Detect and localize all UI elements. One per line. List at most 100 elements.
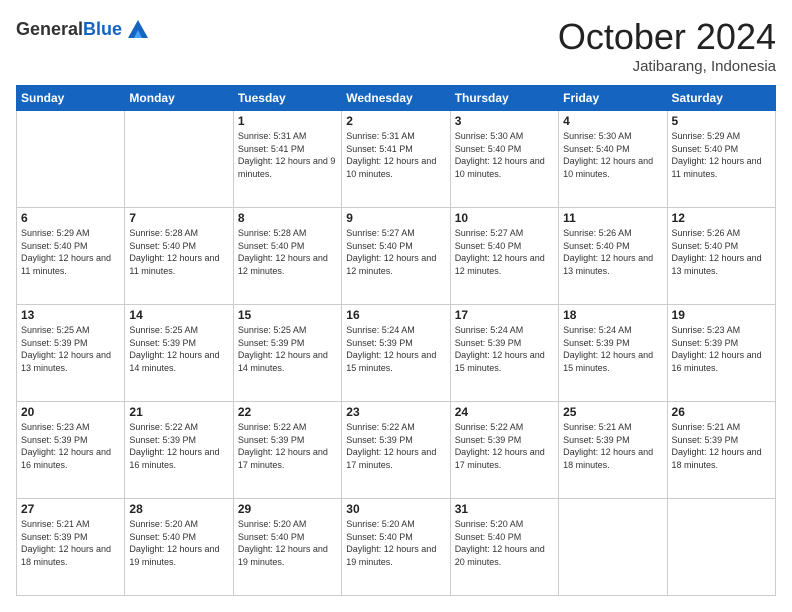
day-number: 1 [238,114,337,128]
day-number: 17 [455,308,554,322]
calendar-cell: 27Sunrise: 5:21 AM Sunset: 5:39 PM Dayli… [17,499,125,596]
day-info: Sunrise: 5:20 AM Sunset: 5:40 PM Dayligh… [238,518,337,568]
calendar-cell [17,111,125,208]
day-info: Sunrise: 5:30 AM Sunset: 5:40 PM Dayligh… [563,130,662,180]
logo-icon [124,16,152,44]
calendar-cell: 4 Sunrise: 5:30 AM Sunset: 5:40 PM Daylig… [559,111,667,208]
day-info: Sunrise: 5:20 AM Sunset: 5:40 PM Dayligh… [455,518,554,568]
weekday-header-cell: Wednesday [342,86,450,111]
day-number: 2 [346,114,445,128]
day-info: Sunrise: 5:25 AM Sunset: 5:39 PM Dayligh… [129,324,228,374]
day-info: Sunrise: 5:27 AM Sunset: 5:40 PM Dayligh… [455,227,554,277]
calendar-cell: 10 Sunrise: 5:27 AM Sunset: 5:40 PM Dayli… [450,208,558,305]
calendar-cell: 26 Sunrise: 5:21 AM Sunset: 5:39 PM Dayli… [667,402,775,499]
day-number: 20 [21,405,120,419]
day-info: Sunrise: 5:24 AM Sunset: 5:39 PM Dayligh… [346,324,445,374]
calendar-body: 1 Sunrise: 5:31 AM Sunset: 5:41 PM Daylig… [17,111,776,596]
day-number: 13 [21,308,120,322]
day-info: Sunrise: 5:20 AM Sunset: 5:40 PM Dayligh… [346,518,445,568]
day-number: 7 [129,211,228,225]
day-number: 12 [672,211,771,225]
weekday-header-cell: Tuesday [233,86,341,111]
day-number: 30 [346,502,445,516]
weekday-header-cell: Thursday [450,86,558,111]
day-number: 5 [672,114,771,128]
day-info: Sunrise: 5:26 AM Sunset: 5:40 PM Dayligh… [672,227,771,277]
calendar-cell: 20 Sunrise: 5:23 AM Sunset: 5:39 PM Dayli… [17,402,125,499]
day-number: 24 [455,405,554,419]
header: GeneralBlue October 2024 Jatibarang, Ind… [16,16,776,75]
calendar-cell: 14 Sunrise: 5:25 AM Sunset: 5:39 PM Dayli… [125,305,233,402]
day-info: Sunrise: 5:20 AM Sunset: 5:40 PM Dayligh… [129,518,228,568]
day-info: Sunrise: 5:30 AM Sunset: 5:40 PM Dayligh… [455,130,554,180]
day-number: 18 [563,308,662,322]
calendar-week-row: 6Sunrise: 5:29 AM Sunset: 5:40 PM Daylig… [17,208,776,305]
calendar-cell: 8Sunrise: 5:28 AM Sunset: 5:40 PM Daylig… [233,208,341,305]
calendar-cell: 3Sunrise: 5:30 AM Sunset: 5:40 PM Daylig… [450,111,558,208]
day-info: Sunrise: 5:22 AM Sunset: 5:39 PM Dayligh… [129,421,228,471]
weekday-header-cell: Monday [125,86,233,111]
day-number: 4 [563,114,662,128]
day-number: 15 [238,308,337,322]
calendar-cell: 29 Sunrise: 5:20 AM Sunset: 5:40 PM Dayli… [233,499,341,596]
calendar-cell [667,499,775,596]
location: Jatibarang, Indonesia [558,58,776,75]
calendar-cell: 25 Sunrise: 5:21 AM Sunset: 5:39 PM Dayli… [559,402,667,499]
day-number: 19 [672,308,771,322]
calendar-cell: 5 Sunrise: 5:29 AM Sunset: 5:40 PM Daylig… [667,111,775,208]
weekday-header-cell: Friday [559,86,667,111]
calendar-cell: 6Sunrise: 5:29 AM Sunset: 5:40 PM Daylig… [17,208,125,305]
day-number: 28 [129,502,228,516]
calendar-cell: 18 Sunrise: 5:24 AM Sunset: 5:39 PM Dayli… [559,305,667,402]
calendar-cell: 17Sunrise: 5:24 AM Sunset: 5:39 PM Dayli… [450,305,558,402]
day-info: Sunrise: 5:28 AM Sunset: 5:40 PM Dayligh… [129,227,228,277]
day-number: 11 [563,211,662,225]
day-info: Sunrise: 5:22 AM Sunset: 5:39 PM Dayligh… [238,421,337,471]
day-info: Sunrise: 5:25 AM Sunset: 5:39 PM Dayligh… [238,324,337,374]
calendar-cell: 21Sunrise: 5:22 AM Sunset: 5:39 PM Dayli… [125,402,233,499]
day-info: Sunrise: 5:23 AM Sunset: 5:39 PM Dayligh… [672,324,771,374]
calendar-week-row: 1 Sunrise: 5:31 AM Sunset: 5:41 PM Daylig… [17,111,776,208]
day-number: 31 [455,502,554,516]
calendar-cell: 19 Sunrise: 5:23 AM Sunset: 5:39 PM Dayli… [667,305,775,402]
day-info: Sunrise: 5:31 AM Sunset: 5:41 PM Dayligh… [346,130,445,180]
day-info: Sunrise: 5:29 AM Sunset: 5:40 PM Dayligh… [672,130,771,180]
day-info: Sunrise: 5:29 AM Sunset: 5:40 PM Dayligh… [21,227,120,277]
day-info: Sunrise: 5:22 AM Sunset: 5:39 PM Dayligh… [455,421,554,471]
day-number: 25 [563,405,662,419]
day-info: Sunrise: 5:31 AM Sunset: 5:41 PM Dayligh… [238,130,337,180]
day-info: Sunrise: 5:21 AM Sunset: 5:39 PM Dayligh… [672,421,771,471]
day-info: Sunrise: 5:24 AM Sunset: 5:39 PM Dayligh… [563,324,662,374]
calendar-cell: 11Sunrise: 5:26 AM Sunset: 5:40 PM Dayli… [559,208,667,305]
title-block: October 2024 Jatibarang, Indonesia [558,16,776,75]
calendar-table: SundayMondayTuesdayWednesdayThursdayFrid… [16,85,776,596]
calendar-cell: 28 Sunrise: 5:20 AM Sunset: 5:40 PM Dayli… [125,499,233,596]
calendar-cell: 9 Sunrise: 5:27 AM Sunset: 5:40 PM Daylig… [342,208,450,305]
calendar-week-row: 13 Sunrise: 5:25 AM Sunset: 5:39 PM Dayli… [17,305,776,402]
page: GeneralBlue October 2024 Jatibarang, Ind… [0,0,792,612]
calendar-cell: 22Sunrise: 5:22 AM Sunset: 5:39 PM Dayli… [233,402,341,499]
day-number: 26 [672,405,771,419]
month-title: October 2024 [558,16,776,58]
weekday-header-cell: Sunday [17,86,125,111]
day-number: 14 [129,308,228,322]
calendar-cell: 13 Sunrise: 5:25 AM Sunset: 5:39 PM Dayli… [17,305,125,402]
day-info: Sunrise: 5:23 AM Sunset: 5:39 PM Dayligh… [21,421,120,471]
day-number: 29 [238,502,337,516]
calendar-cell: 23 Sunrise: 5:22 AM Sunset: 5:39 PM Dayli… [342,402,450,499]
day-info: Sunrise: 5:27 AM Sunset: 5:40 PM Dayligh… [346,227,445,277]
day-info: Sunrise: 5:25 AM Sunset: 5:39 PM Dayligh… [21,324,120,374]
calendar-cell: 2 Sunrise: 5:31 AM Sunset: 5:41 PM Daylig… [342,111,450,208]
day-number: 23 [346,405,445,419]
calendar-cell: 12 Sunrise: 5:26 AM Sunset: 5:40 PM Dayli… [667,208,775,305]
calendar-week-row: 20 Sunrise: 5:23 AM Sunset: 5:39 PM Dayli… [17,402,776,499]
day-info: Sunrise: 5:22 AM Sunset: 5:39 PM Dayligh… [346,421,445,471]
calendar-cell: 15 Sunrise: 5:25 AM Sunset: 5:39 PM Dayli… [233,305,341,402]
logo-general: General [16,19,83,39]
calendar-cell [559,499,667,596]
weekday-header-cell: Saturday [667,86,775,111]
day-info: Sunrise: 5:21 AM Sunset: 5:39 PM Dayligh… [563,421,662,471]
day-number: 9 [346,211,445,225]
logo: GeneralBlue [16,16,152,44]
day-number: 10 [455,211,554,225]
